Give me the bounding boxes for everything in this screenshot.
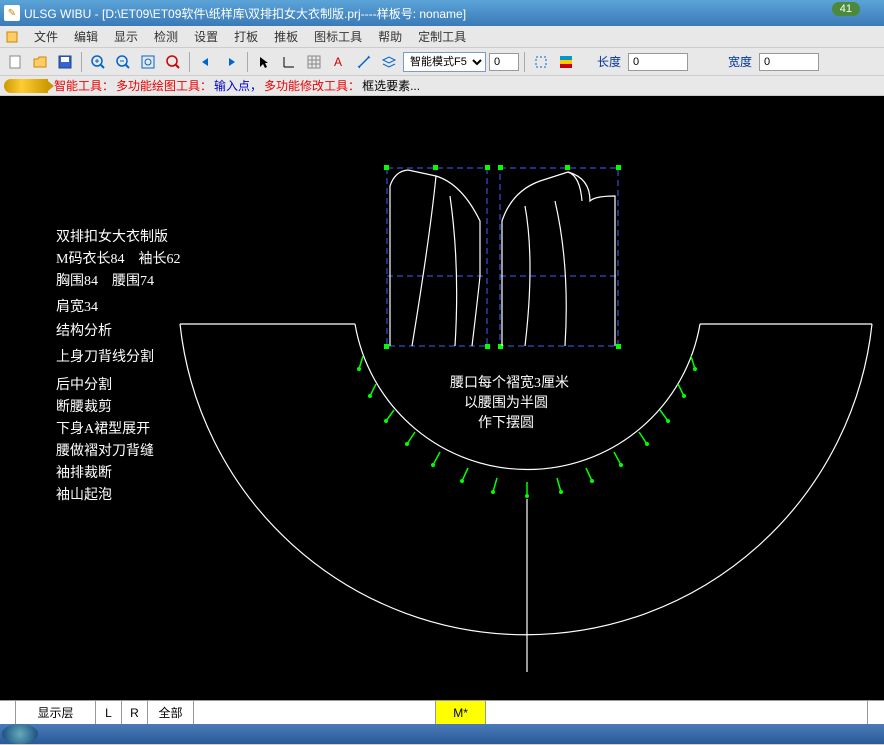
measure-button[interactable] [353,51,375,73]
menu-icon-tools[interactable]: 图标工具 [306,26,370,47]
menu-settings[interactable]: 设置 [186,26,226,47]
redo-button[interactable] [220,51,242,73]
menu-file[interactable]: 文件 [26,26,66,47]
sb-spacer [0,701,16,724]
statusbar: 显示层 L R 全部 M* [0,700,884,724]
menu-custom[interactable]: 定制工具 [410,26,474,47]
menu-edit[interactable]: 编辑 [66,26,106,47]
sb-spacer [486,701,868,724]
zoom-fit-button[interactable] [137,51,159,73]
m-size-button[interactable]: M* [436,701,486,724]
separator [524,52,525,72]
window-title: ULSG WIBU - [D:\ET09\ET09软件\纸样库\双排扣女大衣制版… [24,5,880,22]
sb-spacer [868,701,884,724]
menu-grade[interactable]: 推板 [266,26,306,47]
notification-badge[interactable]: 41 [832,2,860,16]
separator [189,52,190,72]
sb-spacer [194,701,436,724]
toolbar: A 智能模式F5 长度 宽度 [0,48,884,76]
svg-text:A: A [334,55,342,69]
app-icon: ✎ [4,5,20,21]
bullet-icon [4,79,48,93]
l-button[interactable]: L [96,701,122,724]
ts-label-5: 框选要素... [362,77,420,94]
ts-label-1: 智能工具： [54,77,114,94]
menu-view[interactable]: 显示 [106,26,146,47]
select-tool-button[interactable] [530,51,552,73]
width-label: 宽度 [728,53,752,70]
ts-label-2: 多功能绘图工具： [116,77,212,94]
spin-input[interactable] [489,53,519,71]
undo-button[interactable] [195,51,217,73]
ts-label-4: 多功能修改工具： [264,77,360,94]
drawing-canvas[interactable]: 双排扣女大衣制版 M码衣长84 袖长62 胸围84 腰围74 肩宽34 结构分析… [0,96,884,700]
ortho-button[interactable] [278,51,300,73]
text-button[interactable]: A [328,51,350,73]
width-input[interactable] [759,53,819,71]
titlebar: ✎ ULSG WIBU - [D:\ET09\ET09软件\纸样库\双排扣女大衣… [0,0,884,26]
zoom-region-button[interactable] [162,51,184,73]
menu-check[interactable]: 检测 [146,26,186,47]
pattern-drawing [0,96,884,700]
start-button[interactable] [2,724,38,744]
separator [81,52,82,72]
zoom-in-button[interactable] [87,51,109,73]
length-input[interactable] [628,53,688,71]
r-button[interactable]: R [122,701,148,724]
open-button[interactable] [29,51,51,73]
all-button[interactable]: 全部 [148,701,194,724]
separator [247,52,248,72]
zoom-out-button[interactable] [112,51,134,73]
layers-button[interactable] [378,51,400,73]
ts-label-3: 输入点， [214,77,262,94]
mode-dropdown[interactable]: 智能模式F5 [403,52,486,72]
color-fill-icon[interactable] [555,51,577,73]
cursor-button[interactable] [253,51,275,73]
show-layer-button[interactable]: 显示层 [16,701,96,724]
save-button[interactable] [54,51,76,73]
app-menu-icon[interactable] [4,29,20,45]
menubar: 文件 编辑 显示 检测 设置 打板 推板 图标工具 帮助 定制工具 [0,26,884,48]
menu-help[interactable]: 帮助 [370,26,410,47]
tool-info-strip: 智能工具： 多功能绘图工具： 输入点， 多功能修改工具： 框选要素... [0,76,884,96]
length-label: 长度 [597,53,621,70]
menu-pattern[interactable]: 打板 [226,26,266,47]
grid-button[interactable] [303,51,325,73]
taskbar [0,724,884,744]
new-button[interactable] [4,51,26,73]
